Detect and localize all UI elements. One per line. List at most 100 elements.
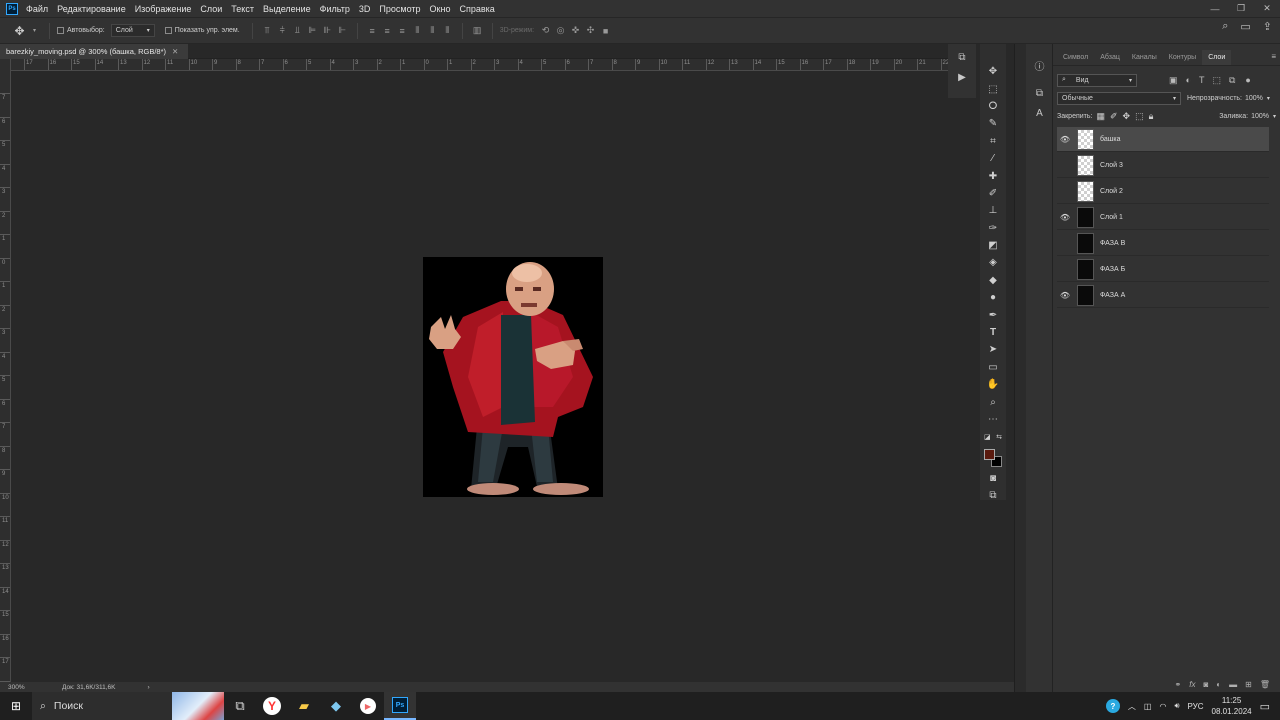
new-group-icon[interactable]: ▬	[1229, 680, 1237, 689]
zoom-level[interactable]: 300%	[8, 684, 62, 691]
eraser-tool-icon[interactable]: ◩	[980, 237, 1006, 254]
menu-text[interactable]: Текст	[231, 4, 254, 14]
share-icon[interactable]: ⇪	[1263, 20, 1272, 33]
taskbar-search[interactable]: ⌕ Поиск	[32, 692, 224, 720]
layer-style-icon[interactable]: fx	[1189, 680, 1195, 689]
minimize-icon[interactable]: —	[1202, 0, 1228, 17]
visibility-eye-icon[interactable]: 👁︎	[1057, 291, 1073, 300]
align-right-icon[interactable]: ⊩	[338, 25, 347, 35]
add-mask-icon[interactable]: ◙	[1203, 680, 1208, 689]
close-icon[interactable]: ✕	[1254, 0, 1280, 17]
align-bottom-icon[interactable]: ⫫	[293, 25, 302, 35]
layer-row[interactable]: ФАЗА В	[1057, 231, 1269, 256]
lock-position-icon[interactable]: ✥	[1123, 111, 1131, 122]
brush-settings-icon[interactable]: ⧉	[1026, 84, 1053, 102]
zoom-tool-icon[interactable]: ⌕	[980, 393, 1006, 410]
history-brush-tool-icon[interactable]: ✑	[980, 220, 1006, 237]
type-tool-icon[interactable]: T	[980, 324, 1006, 341]
filter-toggle-icon[interactable]: ●	[1245, 75, 1250, 85]
slide-3d-icon[interactable]: ✣	[586, 25, 595, 35]
link-layers-icon[interactable]: ⚭	[1175, 680, 1182, 689]
chevron-down-icon[interactable]: ▾	[1267, 95, 1270, 102]
menu-window[interactable]: Окно	[430, 4, 451, 14]
menu-view[interactable]: Просмотр	[379, 4, 420, 14]
clock[interactable]: 11:25 08.01.2024	[1212, 695, 1252, 717]
character-icon[interactable]: A	[1026, 104, 1053, 122]
document-tab[interactable]: barezkiy_moving.psd @ 300% (башка, RGB/8…	[0, 44, 188, 59]
delete-layer-icon[interactable]: 🗑︎	[1260, 680, 1270, 689]
auto-align-icon[interactable]: ▥	[473, 25, 482, 35]
chevron-down-icon[interactable]: ▾	[1273, 113, 1276, 120]
dodge-tool-icon[interactable]: ●	[980, 289, 1006, 306]
chevron-down-icon[interactable]: ▾	[30, 26, 39, 35]
chevron-up-icon[interactable]: ︿	[1128, 701, 1136, 712]
document-artwork[interactable]	[423, 257, 603, 497]
windows-start-icon[interactable]: ⊞	[0, 692, 32, 720]
align-hcenter-icon[interactable]: ⊪	[323, 25, 332, 35]
drag-3d-icon[interactable]: ✜	[571, 25, 580, 35]
menu-edit[interactable]: Редактирование	[57, 4, 126, 14]
layer-row[interactable]: ФАЗА Б	[1057, 257, 1269, 282]
pen-tool-icon[interactable]: ✒	[980, 306, 1006, 323]
close-tab-icon[interactable]: ✕	[172, 47, 178, 56]
play-actions-icon[interactable]: ▶	[953, 70, 971, 84]
blur-tool-icon[interactable]: ◆	[980, 272, 1006, 289]
filter-smart-object-icon[interactable]: ⧉	[1229, 75, 1235, 86]
restore-icon[interactable]: ❐	[1228, 0, 1254, 17]
info-icon[interactable]: ⓘ	[1026, 56, 1053, 74]
foreground-color-swatch[interactable]	[984, 448, 995, 460]
lock-transparent-icon[interactable]: ▦	[1096, 111, 1105, 122]
roll-3d-icon[interactable]: ◎	[556, 25, 565, 35]
notes-app-icon[interactable]: ◆	[320, 692, 352, 720]
fill-value[interactable]: 100%	[1251, 113, 1269, 120]
language-indicator[interactable]: РУС	[1188, 702, 1204, 711]
layer-row[interactable]: Слой 3	[1057, 153, 1269, 178]
marquee-tool-icon[interactable]: ⬚	[980, 80, 1006, 97]
wifi-icon[interactable]: ◠	[1159, 702, 1166, 711]
crop-tool-icon[interactable]: ⌗	[980, 133, 1006, 150]
yandex-browser-icon[interactable]: Y	[256, 692, 288, 720]
history-icon[interactable]: ⧉	[953, 50, 971, 64]
distribute-bottom-icon[interactable]: ≡	[398, 26, 407, 36]
help-icon[interactable]: ?	[1105, 699, 1120, 713]
network-icon[interactable]: ◫	[1144, 702, 1152, 711]
volume-icon[interactable]: 🔊︎	[1174, 701, 1179, 711]
task-view-icon[interactable]: ⧉	[224, 692, 256, 720]
tab-channels[interactable]: Каналы	[1126, 54, 1163, 65]
menu-file[interactable]: Файл	[26, 4, 48, 14]
lock-artboard-icon[interactable]: ⬚	[1135, 111, 1144, 122]
paint-bucket-tool-icon[interactable]: ◈	[980, 254, 1006, 271]
panel-menu-icon[interactable]: ≡	[1271, 52, 1276, 65]
opacity-value[interactable]: 100%	[1245, 95, 1263, 102]
menu-select[interactable]: Выделение	[263, 4, 311, 14]
menu-filter[interactable]: Фильтр	[320, 4, 350, 14]
healing-brush-tool-icon[interactable]: ✚	[980, 167, 1006, 184]
layer-row[interactable]: 👁︎ башка	[1057, 127, 1269, 152]
filter-adjustment-icon[interactable]: ◐	[1186, 75, 1191, 85]
menu-image[interactable]: Изображение	[135, 4, 192, 14]
menu-3d[interactable]: 3D	[359, 4, 371, 14]
lock-image-icon[interactable]: ✐	[1110, 111, 1118, 122]
new-layer-icon[interactable]: ⊞	[1245, 680, 1252, 689]
shape-tool-icon[interactable]: ▭	[980, 359, 1006, 376]
filter-type-icon[interactable]: T	[1199, 75, 1205, 85]
orbit-3d-icon[interactable]: ⟲	[541, 25, 550, 35]
layer-filter-dropdown[interactable]: ⌕ Вид ▾	[1057, 73, 1137, 87]
align-vcenter-icon[interactable]: ⫩	[278, 25, 287, 35]
media-player-icon[interactable]: ▶	[352, 692, 384, 720]
hand-tool-icon[interactable]: ✋	[980, 376, 1006, 393]
blend-mode-dropdown[interactable]: Обычные ▾	[1057, 91, 1181, 105]
filter-shape-icon[interactable]: ⬚	[1212, 75, 1221, 86]
photoshop-taskbar-icon[interactable]: Ps	[384, 692, 416, 720]
autoselect-checkbox[interactable]	[57, 27, 64, 34]
eyedropper-tool-icon[interactable]: ⁄	[980, 150, 1006, 167]
adjustment-layer-icon[interactable]: ◐	[1216, 680, 1221, 689]
file-explorer-icon[interactable]: ▰	[288, 692, 320, 720]
distribute-vcenter-icon[interactable]: ≡	[383, 26, 392, 36]
screen-mode-icon[interactable]: ⧉	[980, 487, 1006, 504]
autoselect-dropdown[interactable]: Слой ▾	[110, 24, 155, 37]
quick-mask-icon[interactable]: ◙	[980, 470, 1006, 487]
distribute-hcenter-icon[interactable]: ⦀	[428, 25, 437, 35]
tab-paths[interactable]: Контуры	[1163, 54, 1202, 65]
status-menu-icon[interactable]: ›	[147, 684, 149, 691]
